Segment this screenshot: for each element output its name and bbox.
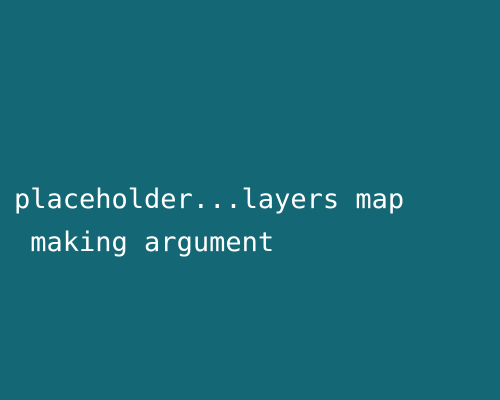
placeholder-text-line-1: placeholder...layers map bbox=[14, 184, 405, 215]
placeholder-text-line-2: making argument bbox=[14, 227, 275, 258]
placeholder-canvas: placeholder...layers map making argument bbox=[0, 0, 500, 400]
placeholder-text: placeholder...layers map making argument bbox=[14, 178, 486, 264]
